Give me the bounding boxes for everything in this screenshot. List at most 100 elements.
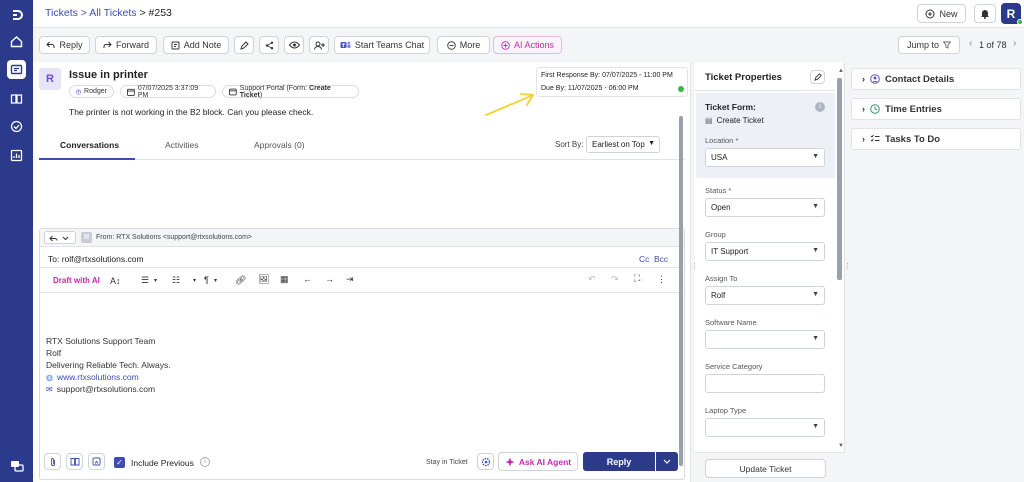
resize-handle-icon[interactable]: ⋮ [691,262,698,270]
info-icon[interactable]: i [200,457,210,467]
main-scrollbar[interactable] [679,116,683,466]
bullet-list-icon[interactable]: ☷ [172,275,180,286]
tickets-icon[interactable] [7,60,26,79]
chevron-down-icon [663,459,671,464]
sla-status-dot [678,86,684,92]
watch-button[interactable] [284,36,304,54]
first-response-label: First Response By: [541,72,601,79]
more-circle-icon [446,40,456,50]
reply-options-dropdown[interactable] [656,452,678,471]
edit-button[interactable] [234,36,254,54]
home-icon[interactable] [7,32,26,51]
properties-scrollbar[interactable] [837,78,842,280]
reply-settings-button[interactable] [477,453,494,470]
due-by-label: Due By: [541,85,566,92]
software-name-select[interactable]: ▼ [705,330,825,349]
attach-button[interactable] [44,453,61,470]
breadcrumb-all-tickets[interactable]: All Tickets [89,7,136,19]
chat-icon[interactable] [7,457,26,476]
insert-template-button[interactable] [88,453,105,470]
ticket-toolbar: Reply Forward Add Note Start Teams Chat … [33,32,1024,59]
knowledge-base-icon[interactable] [7,89,26,108]
reply-mode-dropdown[interactable] [44,231,76,244]
start-teams-chat-button[interactable]: Start Teams Chat [334,36,430,54]
to-field[interactable]: To: rolf@rtxsolutions.com [48,254,144,264]
breadcrumb-current: #253 [148,7,172,19]
edit-properties-button[interactable] [810,70,825,84]
requester-chip[interactable]: Rodger [69,85,114,98]
forward-label: Forward [115,40,149,50]
arrow-right-icon[interactable]: → [325,274,334,284]
tab-activities[interactable]: Activities [165,140,199,150]
reply-send-button[interactable]: Reply [583,452,655,471]
tab-conversations[interactable]: Conversations [60,140,119,150]
location-select[interactable]: USA ▼ [705,148,825,167]
insert-article-button[interactable] [66,453,83,470]
cc-link[interactable]: Cc [639,254,649,264]
numbered-list-icon[interactable]: ☰ [141,275,149,286]
group-select[interactable]: IT Support ▼ [705,242,825,261]
arrow-left-icon[interactable]: ← [303,274,312,284]
notifications-button[interactable] [974,4,996,23]
bcc-link[interactable]: Bcc [654,254,668,264]
resize-handle-icon[interactable]: ⋮ [844,262,851,270]
jump-to-button[interactable]: Jump to [898,36,960,54]
globe-icon: ◍ [46,372,53,382]
breadcrumb-tickets[interactable]: Tickets [45,7,78,19]
paragraph-icon[interactable]: ¶ [204,275,209,285]
more-button[interactable]: More [437,36,490,54]
ask-ai-agent-button[interactable]: Ask AI Agent [498,452,578,471]
image-icon[interactable]: 🖼︎ [258,274,269,285]
font-size-icon[interactable]: A↕ [110,276,121,286]
new-label: New [939,8,958,19]
task-list-icon [870,134,880,142]
time-entries-section[interactable]: › Time Entries [851,98,1021,120]
link-icon[interactable]: 🔗︎ [235,275,246,286]
include-previous-label: Include Previous [131,458,194,468]
chevron-down-icon[interactable]: ▾ [214,277,217,284]
share-button[interactable] [259,36,279,54]
more-vertical-icon[interactable]: ⋮ [657,274,666,285]
reports-icon[interactable] [7,146,26,165]
chevron-down-icon[interactable]: ▾ [193,277,196,284]
contact-details-section[interactable]: › Contact Details [851,68,1021,90]
signature-website-row: ◍ www.rtxsolutions.com [46,372,139,382]
signature-website[interactable]: www.rtxsolutions.com [57,372,139,382]
previous-ticket-chevron-icon[interactable]: ‹ [969,38,972,49]
reply-arrow-icon [49,235,58,242]
next-ticket-chevron-icon[interactable]: › [1013,38,1016,49]
add-note-button[interactable]: Add Note [163,36,229,54]
online-status-dot [1017,19,1023,25]
draft-with-ai-button[interactable]: Draft with AI [53,276,100,285]
tasks-check-icon[interactable] [7,117,26,136]
chevron-down-icon[interactable]: ▾ [154,277,157,284]
app-logo-icon[interactable] [7,5,26,24]
laptop-type-select[interactable]: ▼ [705,418,825,437]
signature-email[interactable]: support@rtxsolutions.com [57,384,155,394]
add-user-button[interactable] [309,36,329,54]
form-value-row: ▤ Create Ticket [705,116,764,125]
reply-button[interactable]: Reply [39,36,90,54]
redo-icon[interactable]: ↷ [611,274,619,285]
mail-icon: ✉ [46,384,53,394]
insert-line-icon[interactable]: ⇥ [346,274,354,285]
from-value[interactable]: RTX Solutions <support@rtxsolutions.com> [116,234,252,241]
info-icon[interactable]: i [815,102,825,112]
ai-actions-button[interactable]: AI Actions [493,36,562,54]
assign-to-select[interactable]: Rolf ▼ [705,286,825,305]
undo-icon[interactable]: ↶ [588,274,596,285]
forward-button[interactable]: Forward [95,36,157,54]
tasks-to-do-section[interactable]: › Tasks To Do [851,128,1021,150]
fullscreen-icon[interactable]: ⛶ [634,273,640,284]
status-select[interactable]: Open ▼ [705,198,825,217]
scroll-up-icon[interactable]: ▲ [838,68,844,74]
table-icon[interactable]: ▦ [280,274,289,285]
service-category-input[interactable] [705,374,825,393]
update-ticket-button[interactable]: Update Ticket [705,459,826,478]
sort-select[interactable]: Earliest on Top ▼ [586,136,660,153]
scroll-down-icon[interactable]: ▼ [838,443,844,449]
include-previous-checkbox[interactable]: ✓ [114,457,125,468]
source-chip: Support Portal (Form: Create Ticket) [222,85,359,99]
tab-approvals[interactable]: Approvals (0) [254,140,305,150]
new-button[interactable]: New [917,4,966,23]
